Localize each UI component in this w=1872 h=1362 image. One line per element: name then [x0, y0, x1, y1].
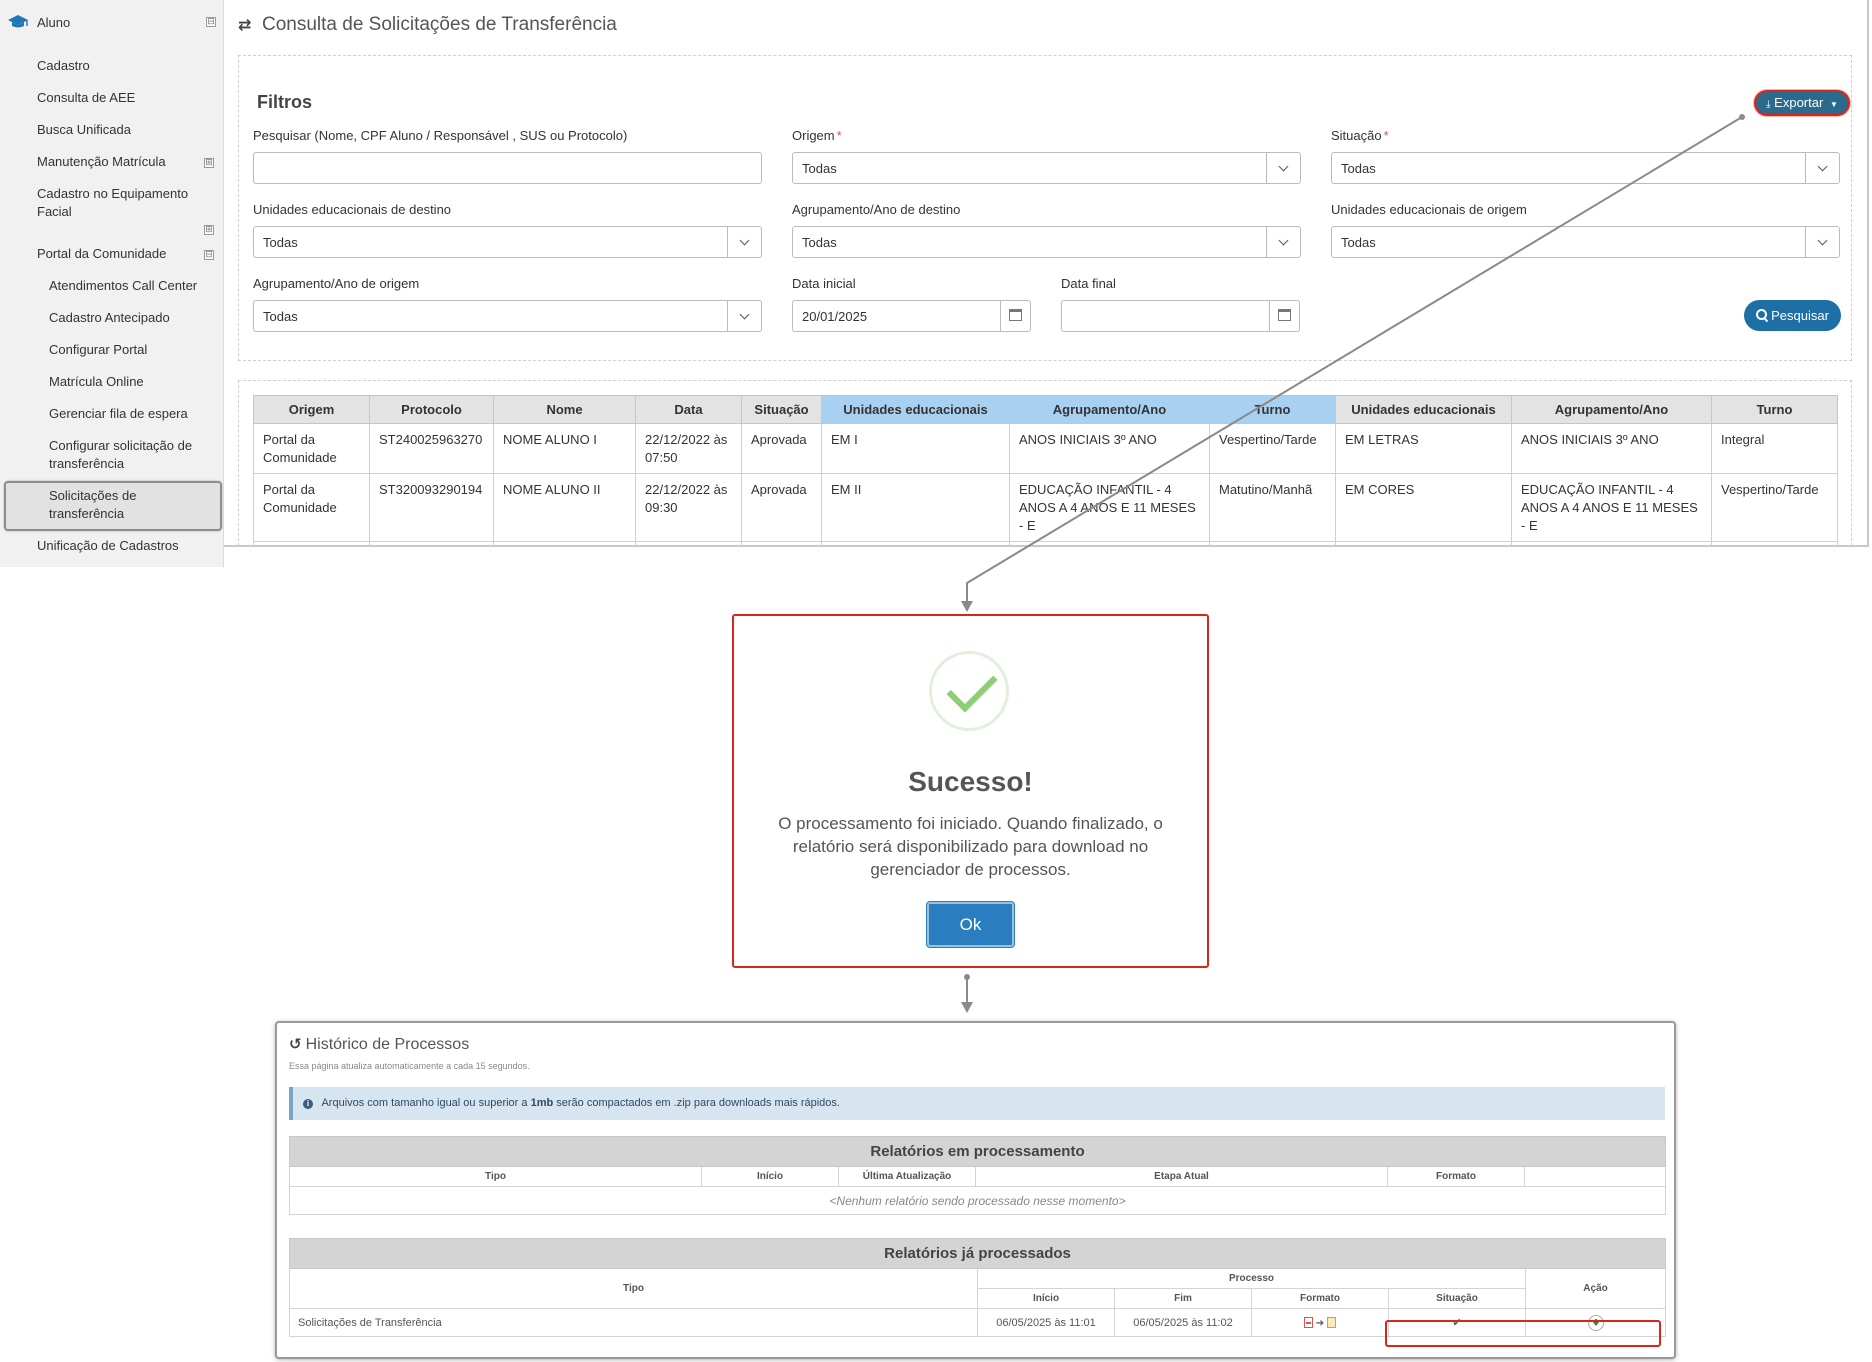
process-end: 06/05/2025 às 11:02: [1114, 1308, 1252, 1337]
column-header: Processo: [977, 1268, 1526, 1289]
column-header: Etapa Atual: [975, 1166, 1388, 1187]
empty-message: <Nenhum relatório sendo processado nesse…: [289, 1186, 1666, 1215]
process-start: 06/05/2025 às 11:01: [977, 1308, 1115, 1337]
processing-table: Relatórios em processamento Tipo Início …: [289, 1136, 1666, 1215]
processed-table: Relatórios já processados Tipo Processo …: [288, 1238, 1667, 1337]
table-row: Solicitações de Transferência 06/05/2025…: [289, 1308, 1667, 1337]
column-header: Formato: [1387, 1166, 1525, 1187]
success-dialog: Sucesso! O processamento foi iniciado. Q…: [732, 614, 1209, 968]
column-header: Última Atualização: [838, 1166, 976, 1187]
history-title: ↺ Histórico de Processos: [289, 1035, 470, 1053]
column-header: Ação: [1524, 1268, 1667, 1309]
process-type: Solicitações de Transferência: [289, 1308, 978, 1337]
process-status: ✔: [1388, 1308, 1526, 1337]
arrow-right-icon: ➔: [1315, 1317, 1325, 1329]
pdf-file-icon: [1303, 1316, 1313, 1328]
dialog-title: Sucesso!: [908, 766, 1033, 797]
history-icon: ↺: [289, 1035, 302, 1053]
column-header: Situação: [1388, 1288, 1526, 1309]
process-format: ➔: [1251, 1308, 1389, 1337]
column-header: Fim: [1114, 1288, 1252, 1309]
process-action: [1524, 1308, 1667, 1337]
ok-button[interactable]: Ok: [927, 902, 1014, 947]
info-icon: i: [303, 1099, 313, 1109]
processing-header-row: Tipo Início Última Atualização Etapa Atu…: [289, 1166, 1666, 1187]
column-header: Tipo: [289, 1166, 702, 1187]
column-header: [1524, 1166, 1666, 1187]
zip-file-icon: [1327, 1316, 1337, 1328]
column-header: Tipo: [289, 1268, 978, 1309]
process-history-panel: ↺ Histórico de Processos Essa página atua…: [275, 1021, 1676, 1359]
download-report-icon[interactable]: [1587, 1314, 1604, 1331]
success-check-icon: [929, 651, 1009, 731]
processed-caption: Relatórios já processados: [288, 1238, 1667, 1269]
dialog-message: O processamento foi iniciado. Quando fin…: [778, 814, 1163, 879]
processing-caption: Relatórios em processamento: [289, 1136, 1666, 1167]
column-header: Formato: [1251, 1288, 1389, 1309]
history-subtitle: Essa página atualiza automaticamente a c…: [289, 1061, 530, 1071]
table-row: <Nenhum relatório sendo processado nesse…: [289, 1186, 1666, 1215]
column-header: Início: [701, 1166, 839, 1187]
column-header: Início: [977, 1288, 1115, 1309]
info-alert: i Arquivos com tamanho igual ou superior…: [289, 1087, 1665, 1120]
processed-header-row: Tipo Processo Ação: [289, 1268, 1667, 1309]
check-icon: ✔: [1452, 1316, 1462, 1329]
